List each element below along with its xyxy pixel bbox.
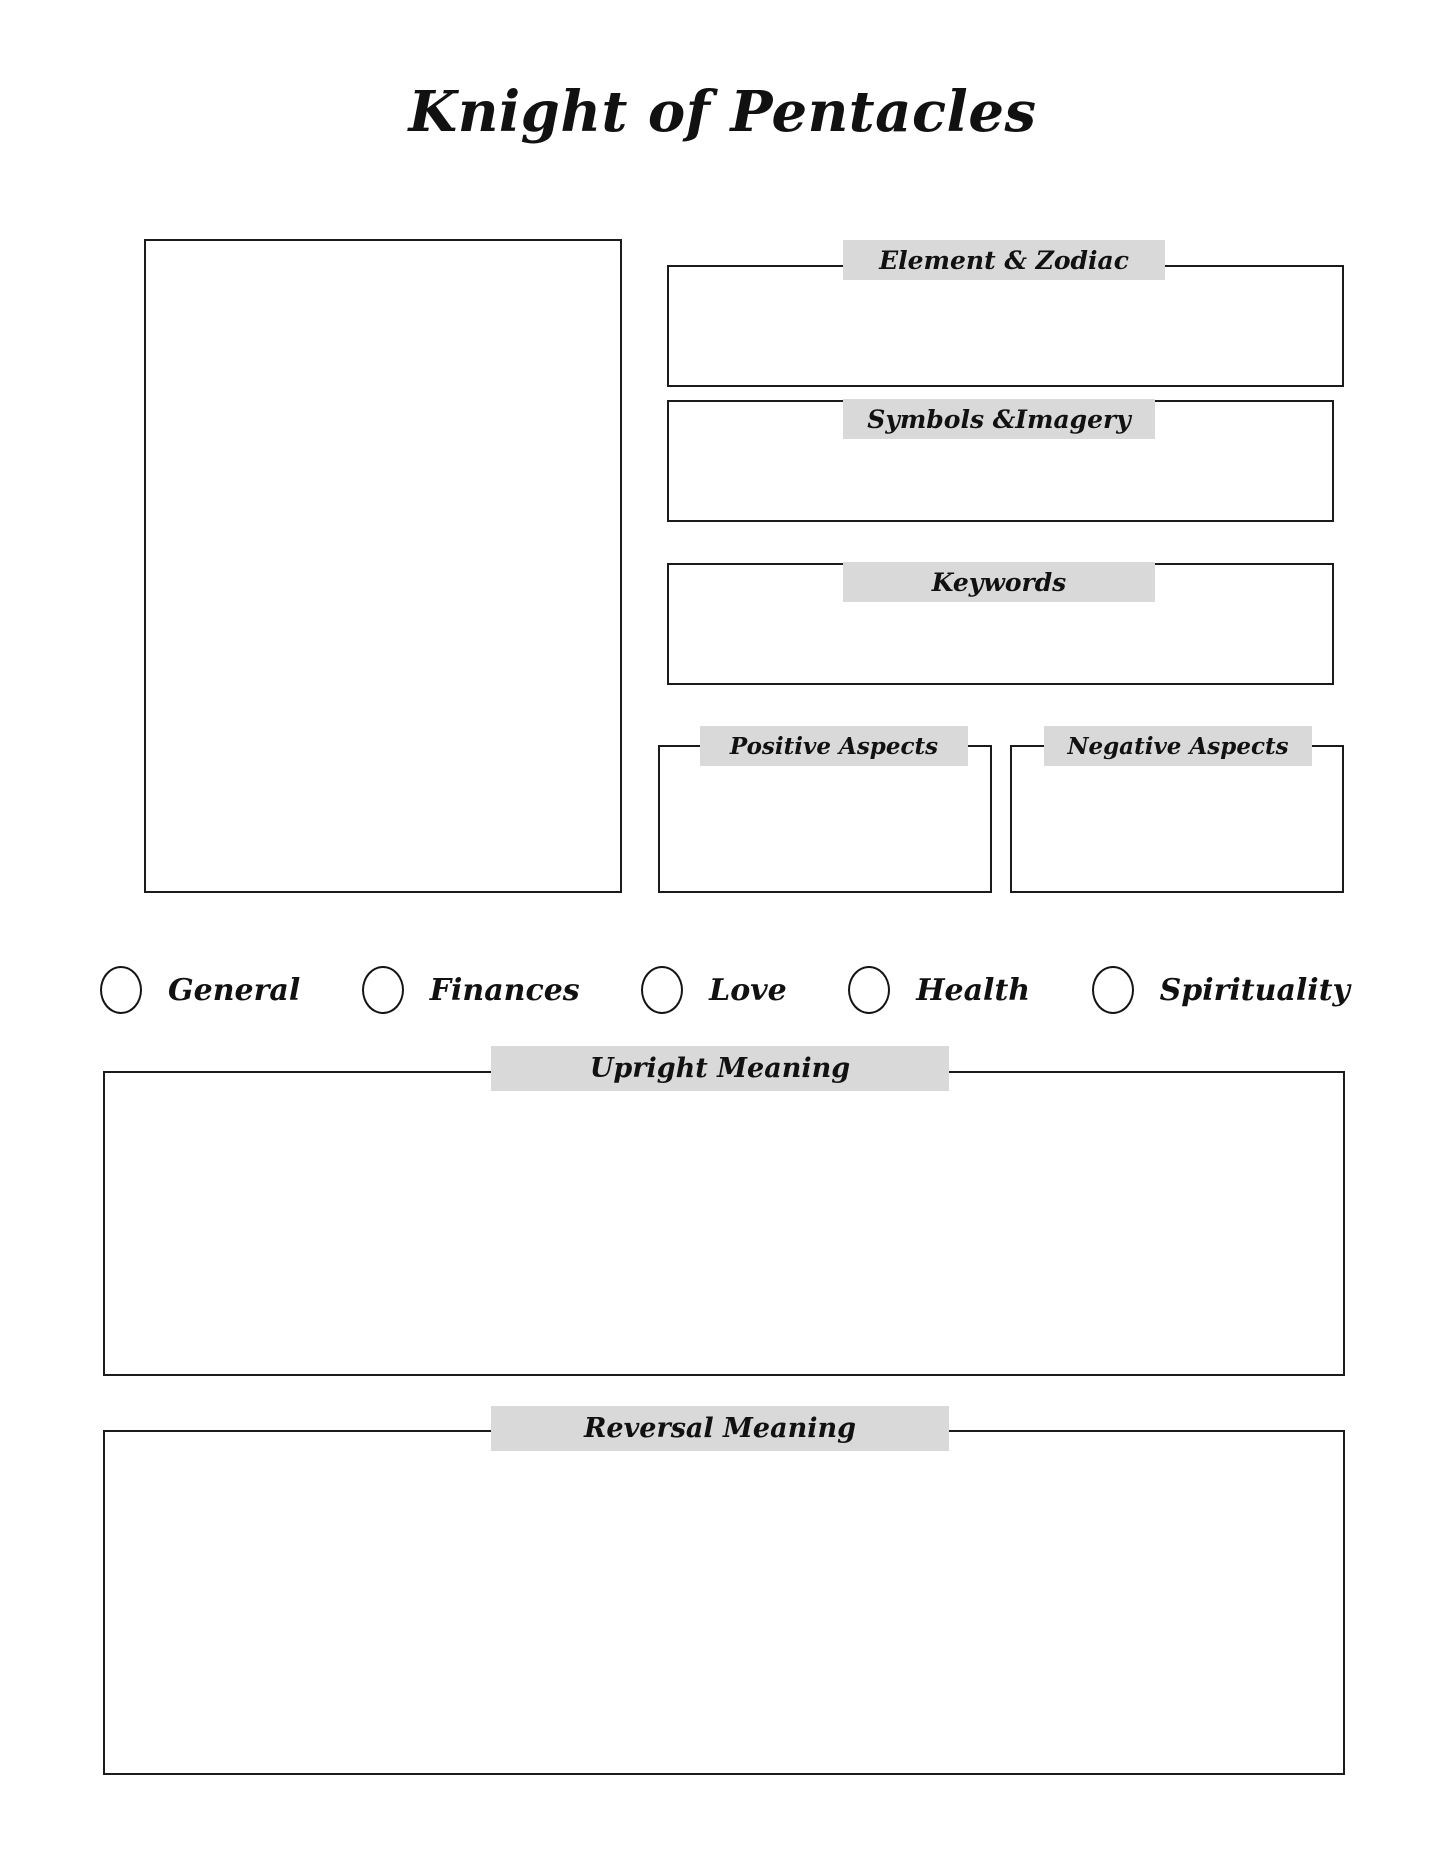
symbols-imagery-label: Symbols &Imagery — [843, 399, 1155, 439]
page-title: Knight of Pentacles — [408, 79, 1037, 145]
category-option-spirituality[interactable]: Spirituality — [1091, 966, 1350, 1014]
radio-circle-icon[interactable] — [641, 966, 684, 1014]
positive-aspects-label: Positive Aspects — [700, 726, 968, 766]
category-label-health: Health — [916, 972, 1031, 1008]
upright-meaning-box[interactable] — [103, 1071, 1345, 1376]
radio-circle-icon[interactable] — [848, 966, 891, 1014]
element-zodiac-label: Element & Zodiac — [843, 240, 1165, 280]
positive-aspects-box[interactable] — [658, 745, 992, 893]
tarot-card-worksheet-page: Knight of Pentacles Element & Zodiac Sym… — [0, 0, 1445, 1871]
reversal-meaning-label: Reversal Meaning — [491, 1406, 949, 1451]
category-label-general: General — [168, 972, 301, 1008]
radio-circle-icon[interactable] — [1091, 966, 1134, 1014]
negative-aspects-box[interactable] — [1010, 745, 1344, 893]
radio-circle-icon[interactable] — [361, 966, 404, 1014]
card-image-drop-area[interactable] — [146, 241, 620, 891]
category-label-love: Love — [709, 972, 787, 1008]
keywords-label: Keywords — [843, 562, 1155, 602]
negative-aspects-input[interactable] — [1012, 747, 1342, 891]
negative-aspects-label: Negative Aspects — [1044, 726, 1312, 766]
positive-aspects-input[interactable] — [660, 747, 990, 891]
reversal-meaning-input[interactable] — [105, 1432, 1343, 1773]
category-option-health[interactable]: Health — [848, 966, 1030, 1014]
card-image-placeholder[interactable] — [144, 239, 622, 893]
category-option-love[interactable]: Love — [641, 966, 787, 1014]
upright-meaning-input[interactable] — [105, 1073, 1343, 1374]
category-label-spirituality: Spirituality — [1159, 972, 1350, 1008]
category-option-general[interactable]: General — [100, 966, 300, 1014]
reversal-meaning-box[interactable] — [103, 1430, 1345, 1775]
radio-circle-icon[interactable] — [100, 966, 142, 1014]
element-zodiac-box[interactable] — [667, 265, 1344, 387]
upright-meaning-label: Upright Meaning — [491, 1046, 949, 1091]
element-zodiac-input[interactable] — [669, 267, 1342, 385]
category-selector-row: General Finances Love Health Spiritualit… — [100, 955, 1350, 1025]
category-option-finances[interactable]: Finances — [361, 966, 580, 1014]
category-label-finances: Finances — [429, 972, 580, 1008]
